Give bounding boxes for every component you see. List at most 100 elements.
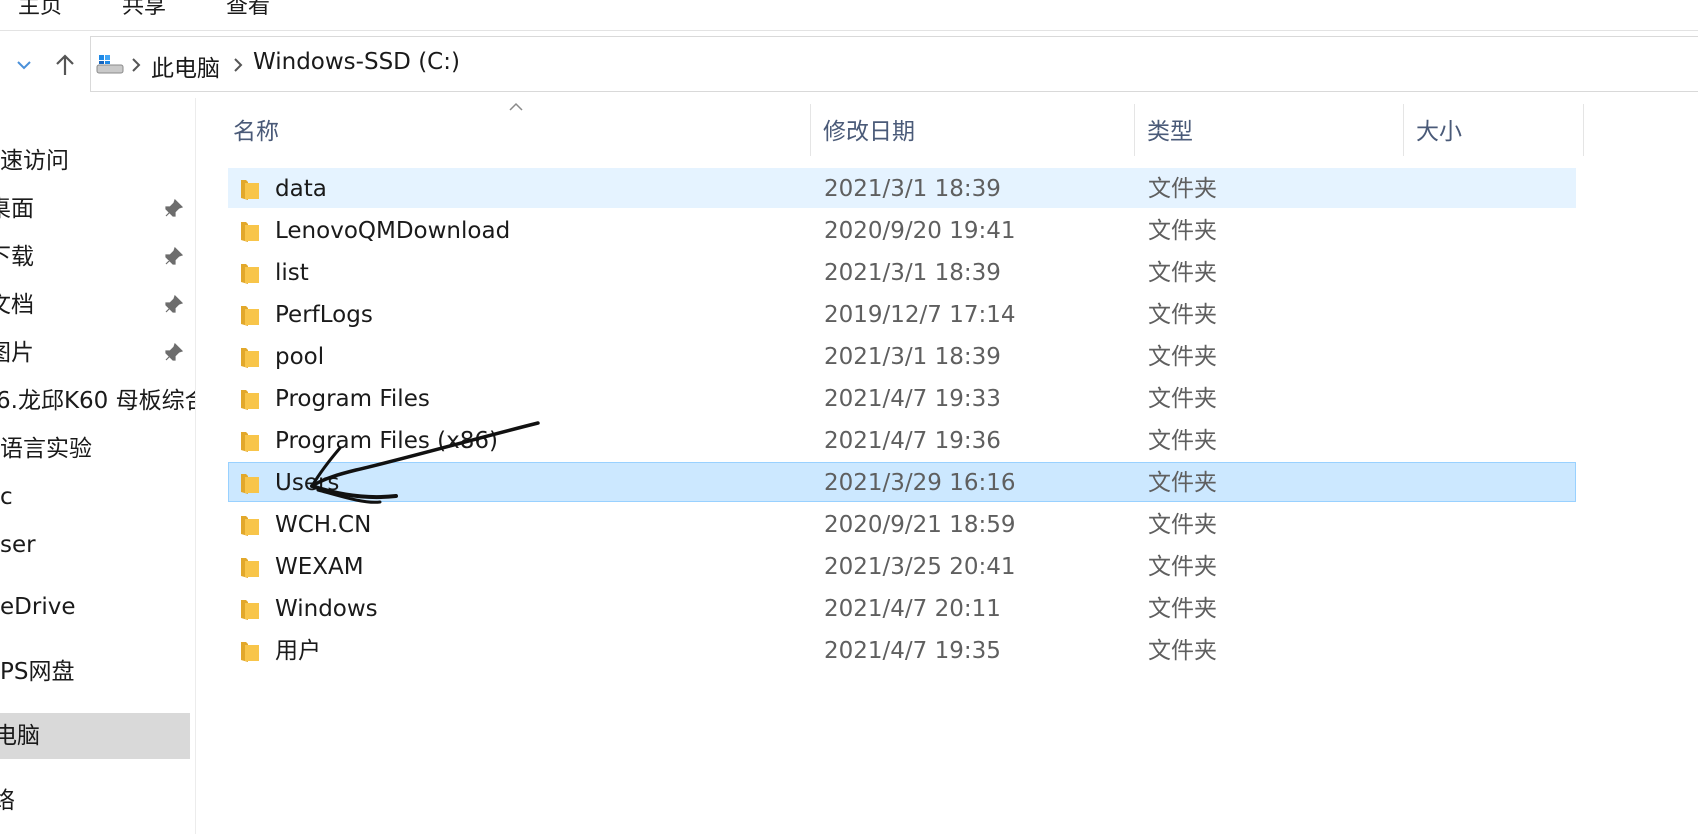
column-divider[interactable] xyxy=(1134,104,1135,156)
breadcrumb-drive-c[interactable]: Windows-SSD (C:) xyxy=(253,49,460,75)
file-type: 文件夹 xyxy=(1148,470,1217,496)
ribbon-tab-share[interactable]: 共享 xyxy=(122,0,166,20)
breadcrumb-this-pc[interactable]: 此电脑 xyxy=(151,49,220,83)
column-header-type[interactable]: 类型 xyxy=(1147,98,1193,166)
table-row[interactable]: Windows 2021/4/7 20:11 文件夹 xyxy=(228,588,1576,628)
nav-item-label: 电脑 xyxy=(0,723,40,749)
nav-item-label: 桌面 xyxy=(0,196,34,222)
nav-item-c[interactable]: c xyxy=(0,474,195,520)
folder-icon xyxy=(241,222,259,242)
file-date: 2021/4/7 19:35 xyxy=(824,638,1001,664)
file-name: Users xyxy=(275,470,340,496)
column-header-date-modified[interactable]: 修改日期 xyxy=(823,98,915,166)
column-divider[interactable] xyxy=(810,104,811,156)
nav-item-quick-access[interactable]: 速访问 xyxy=(0,138,195,184)
pin-icon[interactable] xyxy=(162,198,184,220)
file-name: list xyxy=(275,260,309,286)
drive-icon xyxy=(96,55,124,74)
file-date: 2021/3/1 18:39 xyxy=(824,176,1001,202)
pin-icon[interactable] xyxy=(162,294,184,316)
nav-item-label: 语言实验 xyxy=(0,436,92,462)
column-divider[interactable] xyxy=(1403,104,1404,156)
nav-item-label: 图片 xyxy=(0,340,34,366)
folder-icon xyxy=(241,432,259,452)
nav-item-label: eDrive xyxy=(0,594,76,620)
file-date: 2020/9/20 19:41 xyxy=(824,218,1016,244)
file-date: 2021/3/1 18:39 xyxy=(824,344,1001,370)
nav-item-language-lab[interactable]: 语言实验 xyxy=(0,426,195,472)
file-date: 2019/12/7 17:14 xyxy=(824,302,1016,328)
table-row[interactable]: Users 2021/3/29 16:16 文件夹 xyxy=(228,462,1576,502)
nav-item-label: PS网盘 xyxy=(0,659,75,685)
file-type: 文件夹 xyxy=(1148,176,1217,202)
table-row[interactable]: WCH.CN 2020/9/21 18:59 文件夹 xyxy=(228,504,1576,544)
table-row[interactable]: 用户 2021/4/7 19:35 文件夹 xyxy=(228,630,1576,670)
file-type: 文件夹 xyxy=(1148,344,1217,370)
file-type: 文件夹 xyxy=(1148,386,1217,412)
file-type: 文件夹 xyxy=(1148,512,1217,538)
file-name: WCH.CN xyxy=(275,512,372,538)
nav-item-pictures[interactable]: 图片 xyxy=(0,330,195,376)
folder-icon xyxy=(241,474,259,494)
table-row[interactable]: LenovoQMDownload 2020/9/20 19:41 文件夹 xyxy=(228,210,1576,250)
file-name: pool xyxy=(275,344,325,370)
folder-icon xyxy=(241,642,259,662)
nav-item-label: 速访问 xyxy=(0,148,69,174)
column-header-name[interactable]: 名称 xyxy=(233,98,279,166)
nav-item-label: 6.龙邱K60 母板综合 xyxy=(0,388,196,414)
nav-item-onedrive[interactable]: eDrive xyxy=(0,584,195,630)
table-row[interactable]: Program Files (x86) 2021/4/7 19:36 文件夹 xyxy=(228,420,1576,460)
sort-ascending-icon xyxy=(509,102,523,111)
nav-item-downloads[interactable]: 下载 xyxy=(0,234,195,280)
nav-item-label: 文档 xyxy=(0,292,34,318)
nav-item-documents[interactable]: 文档 xyxy=(0,282,195,328)
table-row[interactable]: Program Files 2021/4/7 19:33 文件夹 xyxy=(228,378,1576,418)
file-name: Program Files xyxy=(275,386,430,412)
nav-item-label: 络 xyxy=(0,778,15,824)
pin-icon[interactable] xyxy=(162,246,184,268)
file-type: 文件夹 xyxy=(1148,554,1217,580)
nav-item-k60-board[interactable]: 6.龙邱K60 母板综合 xyxy=(0,378,195,424)
folder-icon xyxy=(241,390,259,410)
ribbon: 主页 共享 查看 xyxy=(0,0,1698,31)
chevron-right-icon xyxy=(132,58,141,72)
ribbon-tab-home[interactable]: 主页 xyxy=(18,0,62,20)
file-date: 2021/4/7 20:11 xyxy=(824,596,1001,622)
arrow-up-icon xyxy=(56,54,74,75)
file-name: LenovoQMDownload xyxy=(275,218,511,244)
table-row[interactable]: pool 2021/3/1 18:39 文件夹 xyxy=(228,336,1576,376)
nav-item-label: ser xyxy=(0,532,36,558)
chevron-down-icon xyxy=(17,61,31,70)
file-type: 文件夹 xyxy=(1148,302,1217,328)
file-type: 文件夹 xyxy=(1148,260,1217,286)
chevron-right-icon xyxy=(234,58,243,72)
folder-icon xyxy=(241,264,259,284)
table-row[interactable]: PerfLogs 2019/12/7 17:14 文件夹 xyxy=(228,294,1576,334)
recent-locations-button[interactable] xyxy=(10,32,38,98)
file-date: 2021/3/29 16:16 xyxy=(824,470,1016,496)
folder-icon xyxy=(241,306,259,326)
folder-icon xyxy=(241,180,259,200)
table-row[interactable]: WEXAM 2021/3/25 20:41 文件夹 xyxy=(228,546,1576,586)
nav-item-network[interactable]: 络 xyxy=(0,778,195,824)
file-name: Program Files (x86) xyxy=(275,428,498,454)
folder-icon xyxy=(241,600,259,620)
nav-item-wps-cloud[interactable]: PS网盘 xyxy=(0,649,195,695)
up-button[interactable] xyxy=(50,32,80,98)
file-date: 2021/3/1 18:39 xyxy=(824,260,1001,286)
nav-item-label: 下载 xyxy=(0,244,34,270)
address-bar[interactable]: 此电脑 Windows-SSD (C:) xyxy=(90,36,1698,92)
file-type: 文件夹 xyxy=(1148,638,1217,664)
column-divider[interactable] xyxy=(1583,104,1584,156)
table-row[interactable]: data 2021/3/1 18:39 文件夹 xyxy=(228,168,1576,208)
file-type: 文件夹 xyxy=(1148,428,1217,454)
pin-icon[interactable] xyxy=(162,342,184,364)
table-row[interactable]: list 2021/3/1 18:39 文件夹 xyxy=(228,252,1576,292)
nav-item-this-pc[interactable]: 电脑 xyxy=(0,713,190,759)
column-header-size[interactable]: 大小 xyxy=(1416,98,1462,166)
ribbon-tab-view[interactable]: 查看 xyxy=(226,0,270,20)
folder-icon xyxy=(241,558,259,578)
folder-icon xyxy=(241,516,259,536)
nav-item-user[interactable]: ser xyxy=(0,522,195,568)
nav-item-desktop[interactable]: 桌面 xyxy=(0,186,195,232)
